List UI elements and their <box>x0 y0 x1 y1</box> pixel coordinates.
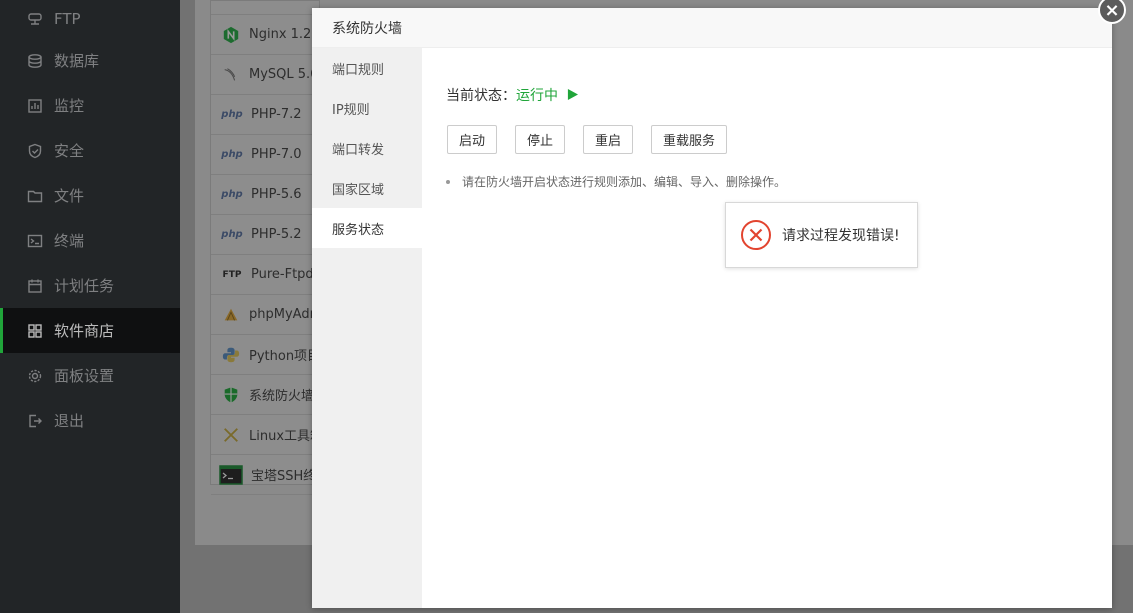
shield-icon <box>26 142 44 160</box>
sidebar-item-cron[interactable]: 计划任务 <box>0 263 180 308</box>
sidebar-item-label: 数据库 <box>54 52 100 70</box>
start-button[interactable]: 启动 <box>447 125 498 154</box>
table-row[interactable]: MySQL 5.6. <box>211 55 319 95</box>
bullet-dot <box>446 179 450 184</box>
sidebar-item-label: 面板设置 <box>54 367 115 385</box>
software-name: 宝塔SSH终端 <box>251 469 319 484</box>
table-header <box>211 1 319 15</box>
table-row[interactable]: phpMyAdm <box>211 295 319 335</box>
sidebar-item-label: FTP <box>54 10 81 28</box>
tab-port-forward[interactable]: 端口转发 <box>312 128 422 168</box>
table-row[interactable]: Nginx 1.20. <box>211 15 319 55</box>
error-icon <box>741 220 771 250</box>
firewall-modal: 系统防火墙 端口规则 IP规则 端口转发 国家区域 服务状态 当前状态：运行中 … <box>312 8 1112 608</box>
ftp-logo-icon: FTP <box>222 269 242 280</box>
software-name: PHP-7.0 <box>251 147 302 162</box>
table-row[interactable]: php PHP-5.6 <box>211 175 319 215</box>
tab-country-region[interactable]: 国家区域 <box>312 168 422 208</box>
table-row[interactable]: 系统防火墙 <box>211 375 319 415</box>
modal-title: 系统防火墙 <box>312 8 1112 48</box>
sidebar-item-database[interactable]: 数据库 <box>0 38 180 83</box>
gear-icon <box>26 367 44 385</box>
python-icon <box>221 345 241 365</box>
sidebar-item-files[interactable]: 文件 <box>0 173 180 218</box>
sidebar-item-label: 软件商店 <box>54 322 115 340</box>
play-icon <box>567 88 579 104</box>
tab-ip-rules[interactable]: IP规则 <box>312 88 422 128</box>
sidebar-item-label: 监控 <box>54 97 85 115</box>
status-line: 当前状态：运行中 <box>446 85 579 105</box>
table-row[interactable]: Linux工具箱 <box>211 415 319 455</box>
software-name: Pure-Ftpd 1 <box>251 267 319 282</box>
sidebar-item-ftp[interactable]: FTP <box>0 0 180 38</box>
software-name: 系统防火墙 <box>249 389 315 404</box>
sidebar-item-settings[interactable]: 面板设置 <box>0 353 180 398</box>
ssh-terminal-icon <box>219 464 243 485</box>
ftp-icon <box>26 10 44 28</box>
restart-button[interactable]: 重启 <box>583 125 634 154</box>
firewall-icon <box>221 385 241 405</box>
table-row[interactable]: FTP Pure-Ftpd 1 <box>211 255 319 295</box>
sidebar-item-label: 退出 <box>54 412 85 430</box>
error-toast: 请求过程发现错误! <box>725 202 918 268</box>
php-icon: php <box>221 109 243 120</box>
tip-message: 请在防火墙开启状态进行规则添加、编辑、导入、删除操作。 <box>462 175 787 189</box>
modal-tabs: 端口规则 IP规则 端口转发 国家区域 服务状态 <box>312 48 422 608</box>
terminal-icon <box>26 232 44 250</box>
mysql-icon <box>221 65 241 85</box>
sidebar-item-software-store[interactable]: 软件商店 <box>0 308 180 353</box>
table-row[interactable]: Python项目 <box>211 335 319 375</box>
table-row[interactable]: php PHP-7.2 <box>211 95 319 135</box>
folder-icon <box>26 187 44 205</box>
software-name: PHP-7.2 <box>251 107 302 122</box>
software-name: Nginx 1.20. <box>249 27 319 42</box>
service-button-row: 启动 停止 重启 重载服务 <box>447 125 745 154</box>
software-table: Nginx 1.20. MySQL 5.6. php PHP-7.2 php P… <box>210 0 320 495</box>
table-row[interactable]: php PHP-7.0 <box>211 135 319 175</box>
sidebar-item-label: 安全 <box>54 142 85 160</box>
stop-button[interactable]: 停止 <box>515 125 566 154</box>
logout-icon <box>26 412 44 430</box>
tab-port-rules[interactable]: 端口规则 <box>312 48 422 88</box>
error-message: 请求过程发现错误! <box>782 228 900 244</box>
sidebar-item-security[interactable]: 安全 <box>0 128 180 173</box>
php-icon: php <box>221 189 243 200</box>
sidebar-item-label: 文件 <box>54 187 85 205</box>
software-name: Linux工具箱 <box>249 429 319 444</box>
php-icon: php <box>221 149 243 160</box>
sidebar-item-monitor[interactable]: 监控 <box>0 83 180 128</box>
nginx-icon <box>221 25 241 45</box>
service-status-panel: 当前状态：运行中 启动 停止 重启 重载服务 请在防火墙开启状态进行规则添加、编… <box>422 48 1112 608</box>
reload-service-button[interactable]: 重载服务 <box>651 125 728 154</box>
grid-icon <box>26 322 44 340</box>
status-label: 当前状态： <box>446 88 516 104</box>
sidebar-item-label: 终端 <box>54 232 85 250</box>
phpmyadmin-icon <box>221 305 241 325</box>
calendar-icon <box>26 277 44 295</box>
software-name: MySQL 5.6. <box>249 67 319 82</box>
software-name: Python项目 <box>249 349 319 364</box>
software-name: PHP-5.6 <box>251 187 302 202</box>
tip-text: 请在防火墙开启状态进行规则添加、编辑、导入、删除操作。 <box>446 173 786 190</box>
tools-icon <box>221 425 241 445</box>
tab-service-status[interactable]: 服务状态 <box>312 208 422 248</box>
monitor-icon <box>26 97 44 115</box>
status-value: 运行中 <box>516 88 558 104</box>
database-icon <box>26 52 44 70</box>
software-name: PHP-5.2 <box>251 227 302 242</box>
sidebar-item-logout[interactable]: 退出 <box>0 398 180 443</box>
sidebar-item-terminal[interactable]: 终端 <box>0 218 180 263</box>
table-row[interactable]: php PHP-5.2 <box>211 215 319 255</box>
sidebar: FTP 数据库 监控 安全 文件 终端 计划任务 软件商店 面板设置 退出 <box>0 0 180 613</box>
software-name: phpMyAdm <box>249 307 319 322</box>
table-row[interactable]: 宝塔SSH终端 <box>211 455 319 495</box>
php-icon: php <box>221 229 243 240</box>
sidebar-item-label: 计划任务 <box>54 277 115 295</box>
